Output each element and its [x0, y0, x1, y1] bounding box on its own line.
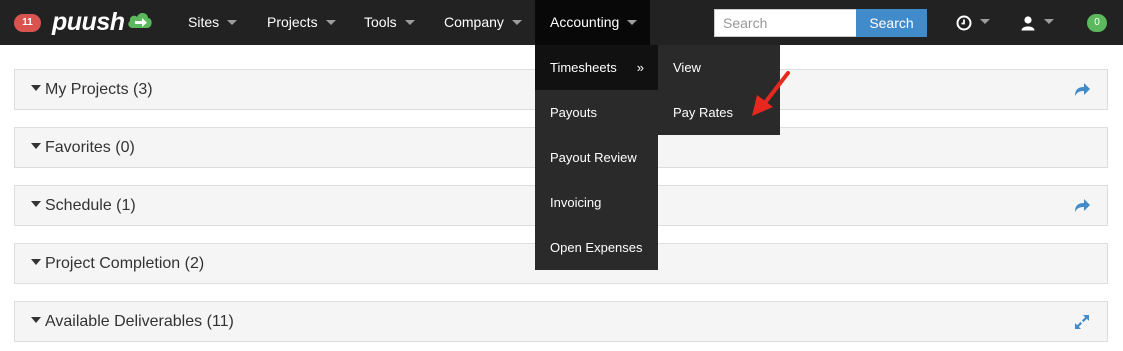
user-icon: [1021, 15, 1035, 30]
expand-icon[interactable]: [1073, 313, 1091, 331]
caret-down-icon: [31, 259, 41, 266]
panel-toggle[interactable]: Favorites (0): [31, 128, 135, 167]
chevron-down-icon: [227, 19, 238, 25]
menu-item-payouts[interactable]: Payouts: [535, 90, 658, 135]
history-menu[interactable]: [956, 0, 990, 45]
panel-title: Available Deliverables (11): [45, 313, 234, 330]
caret-down-icon: [31, 201, 41, 208]
user-menu[interactable]: [1020, 0, 1054, 45]
nav-sites[interactable]: Sites: [174, 0, 251, 45]
menu-item-open-expenses[interactable]: Open Expenses: [535, 225, 658, 270]
panel-title: My Projects (3): [45, 81, 153, 98]
caret-down-icon: [31, 317, 41, 324]
nav-company[interactable]: Company: [430, 0, 536, 45]
caret-down-icon: [31, 85, 41, 92]
panel-toggle[interactable]: Schedule (1): [31, 186, 136, 225]
share-icon[interactable]: [1073, 81, 1091, 99]
clock-icon: [956, 15, 972, 30]
app-logo[interactable]: puush: [52, 7, 153, 37]
menu-item-label: Open Expenses: [550, 240, 643, 255]
nav-sites-label: Sites: [188, 14, 220, 30]
nav-company-label: Company: [444, 14, 504, 30]
accounting-dropdown-menu: Timesheets » Payouts Payout Review Invoi…: [535, 45, 658, 270]
panel-title: Favorites (0): [45, 139, 135, 156]
menu-item-label: Payouts: [550, 105, 597, 120]
nav-projects[interactable]: Projects: [253, 0, 350, 45]
menu-item-label: Payout Review: [550, 150, 637, 165]
menu-item-invoicing[interactable]: Invoicing: [535, 180, 658, 225]
search-input[interactable]: Search: [714, 9, 856, 37]
chevron-down-icon: [404, 19, 415, 25]
panel-title: Schedule (1): [45, 197, 136, 214]
menu-item-label: Timesheets: [550, 60, 617, 75]
cloud-upload-icon: [127, 12, 152, 28]
menu-item-label: Invoicing: [550, 195, 602, 210]
chevron-down-icon: [1044, 19, 1054, 24]
panel-available-deliverables: Available Deliverables (11): [14, 301, 1108, 342]
chevron-down-icon: [325, 19, 336, 25]
panel-toggle[interactable]: Project Completion (2): [31, 244, 204, 283]
nav-tools-label: Tools: [364, 14, 397, 30]
panel-toggle[interactable]: Available Deliverables (11): [31, 302, 234, 341]
logo-text: puush: [52, 7, 125, 36]
share-icon[interactable]: [1073, 197, 1091, 215]
nav-tools[interactable]: Tools: [350, 0, 429, 45]
nav-projects-label: Projects: [267, 14, 318, 30]
panel-toggle[interactable]: My Projects (3): [31, 70, 153, 109]
search-button[interactable]: Search: [856, 9, 927, 37]
chevron-down-icon: [980, 19, 990, 24]
nav-accounting-label: Accounting: [550, 14, 620, 30]
messages-badge[interactable]: 0: [1087, 14, 1107, 32]
caret-down-icon: [31, 143, 41, 150]
submenu-indicator-icon: »: [636, 60, 644, 75]
notification-badge[interactable]: 11: [14, 14, 41, 32]
nav-accounting[interactable]: Accounting: [535, 0, 650, 45]
chevron-down-icon: [627, 19, 638, 25]
annotation-arrow-icon: [752, 71, 790, 116]
panel-title: Project Completion (2): [45, 255, 205, 272]
top-navbar: 11 puush Sites Projects Tools Company Ac…: [0, 0, 1123, 45]
chevron-down-icon: [511, 19, 522, 25]
menu-item-payout-review[interactable]: Payout Review: [535, 135, 658, 180]
menu-item-timesheets[interactable]: Timesheets »: [535, 45, 658, 90]
